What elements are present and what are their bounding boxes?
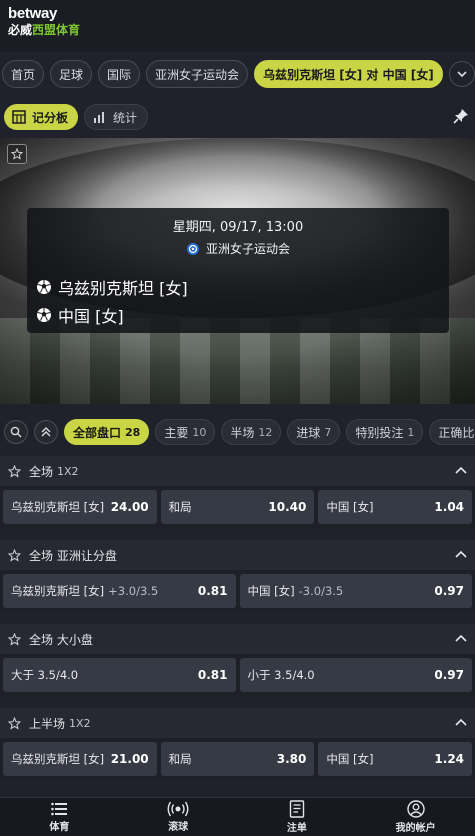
bottom-navigation: 体育 滚球 注单 我的帐户	[0, 797, 475, 836]
away-team: 中国 [女]	[36, 303, 124, 327]
odds-button[interactable]: 乌兹别克斯坦 [女] +3.0/3.5 0.81	[3, 574, 236, 608]
chevron-up-icon[interactable]	[453, 715, 469, 731]
odds-button[interactable]: 中国 [女] 1.24	[318, 742, 473, 776]
chevron-up-icon[interactable]	[453, 463, 469, 479]
breadcrumb-international[interactable]: 国际	[98, 60, 141, 88]
bar-chart-icon	[94, 112, 105, 123]
odds-button[interactable]: 中国 [女] -3.0/3.5 0.97	[239, 574, 472, 608]
chevron-up-icon[interactable]	[453, 547, 469, 563]
match-datetime: 星期四, 09/17, 13:00	[172, 220, 304, 235]
market-header[interactable]: 上半场 1X2	[0, 708, 475, 738]
market-subtitle: 1X2	[57, 464, 79, 478]
filter-main[interactable]: 主要 10	[155, 419, 216, 445]
filter-specials[interactable]: 特别投注 1	[346, 419, 424, 445]
market-filters: 全部盘口28 主要10 半场12 进球7 特别投注1 正确比分	[0, 416, 475, 448]
soccer-ball-icon	[37, 280, 51, 294]
market-title: 上半场	[29, 716, 66, 731]
breadcrumb-football[interactable]: 足球	[50, 60, 93, 88]
list-icon	[51, 802, 68, 816]
scoreboard-icon	[12, 110, 26, 124]
star-icon[interactable]	[8, 548, 21, 562]
filter-goals[interactable]: 进球 7	[287, 419, 341, 445]
chevron-down-icon	[457, 71, 467, 78]
market-fulltime-1x2: 全场 1X2 乌兹别克斯坦 [女] 24.00 和局 10.40 中国 [女] 1.0…	[0, 456, 475, 528]
filter-all-markets[interactable]: 全部盘口 28	[64, 419, 150, 445]
breadcrumb-match[interactable]: 乌兹别克斯坦 [女] 对 中国 [女]	[254, 60, 443, 88]
brand-logo-subtitle: 必威西盟体育	[8, 23, 81, 37]
search-button[interactable]	[4, 420, 28, 444]
user-icon	[406, 800, 425, 818]
competition-label: 亚洲女子运动会	[27, 240, 449, 257]
filter-half[interactable]: 半场 12	[221, 419, 282, 445]
betslip-icon	[289, 800, 305, 818]
tab-stats[interactable]: 统计	[84, 104, 149, 130]
nav-account[interactable]: 我的帐户	[356, 798, 475, 836]
market-asian-handicap: 全场 亚洲让分盘 乌兹别克斯坦 [女] +3.0/3.5 0.81 中国 [女] -3…	[0, 540, 475, 612]
star-icon[interactable]	[8, 716, 21, 730]
odds-button[interactable]: 中国 [女] 1.04	[318, 490, 473, 524]
breadcrumb-expand-button[interactable]	[448, 61, 475, 87]
star-icon[interactable]	[8, 632, 21, 646]
pin-icon[interactable]	[453, 108, 469, 124]
nav-betslip[interactable]: 注单	[238, 798, 357, 836]
app-header: betway 必威西盟体育	[0, 0, 475, 52]
scoreboard-card: 星期四, 09/17, 13:00 亚洲女子运动会 乌兹别克斯坦 [女] 中国 …	[27, 208, 449, 333]
market-over-under: 全场 大小盘 大于 3.5/4.0 0.81 小于 3.5/4.0 0.97	[0, 624, 475, 696]
view-tabs: 记分板 统计	[0, 100, 475, 134]
market-firsthalf-1x2: 上半场 1X2 乌兹别克斯坦 [女] 21.00 和局 3.80 中国 [女] 1.2…	[0, 708, 475, 780]
star-icon	[11, 148, 23, 160]
search-icon	[10, 426, 22, 438]
market-header[interactable]: 全场 大小盘	[0, 624, 475, 654]
market-header[interactable]: 全场 1X2	[0, 456, 475, 486]
odds-button[interactable]: 乌兹别克斯坦 [女] 24.00	[3, 490, 157, 524]
odds-button[interactable]: 和局 3.80	[160, 742, 315, 776]
nav-live[interactable]: 滚球	[119, 798, 238, 836]
collapse-all-button[interactable]	[34, 420, 58, 444]
odds-button[interactable]: 大于 3.5/4.0 0.81	[3, 658, 236, 692]
competition-logo-icon	[186, 242, 199, 255]
chevron-up-icon[interactable]	[453, 631, 469, 647]
double-chevron-up-icon	[41, 427, 51, 437]
star-icon[interactable]	[8, 464, 21, 478]
away-team-name: 中国 [女]	[58, 307, 124, 326]
market-title: 全场	[29, 464, 54, 479]
odds-button[interactable]: 乌兹别克斯坦 [女] 21.00	[3, 742, 157, 776]
market-subtitle: 1X2	[69, 716, 91, 730]
nav-sports[interactable]: 体育	[0, 798, 119, 836]
live-broadcast-icon	[167, 801, 189, 817]
odds-button[interactable]: 小于 3.5/4.0 0.97	[239, 658, 472, 692]
tab-scoreboard[interactable]: 记分板	[4, 104, 79, 130]
soccer-ball-icon	[37, 308, 51, 322]
market-title: 全场 亚洲让分盘	[29, 548, 117, 563]
market-header[interactable]: 全场 亚洲让分盘	[0, 540, 475, 570]
home-team: 乌兹别克斯坦 [女]	[36, 275, 188, 299]
breadcrumb-competition[interactable]: 亚洲女子运动会	[146, 60, 249, 88]
favorite-button[interactable]	[7, 144, 27, 164]
breadcrumb: 首页 足球 国际 亚洲女子运动会 乌兹别克斯坦 [女] 对 中国 [女]	[0, 56, 475, 92]
market-title: 全场 大小盘	[29, 632, 93, 647]
filter-correct-score[interactable]: 正确比分	[429, 419, 475, 445]
home-team-name: 乌兹别克斯坦 [女]	[58, 279, 188, 298]
brand-logo[interactable]: betway	[8, 6, 467, 22]
odds-button[interactable]: 和局 10.40	[160, 490, 315, 524]
breadcrumb-home[interactable]: 首页	[2, 60, 45, 88]
